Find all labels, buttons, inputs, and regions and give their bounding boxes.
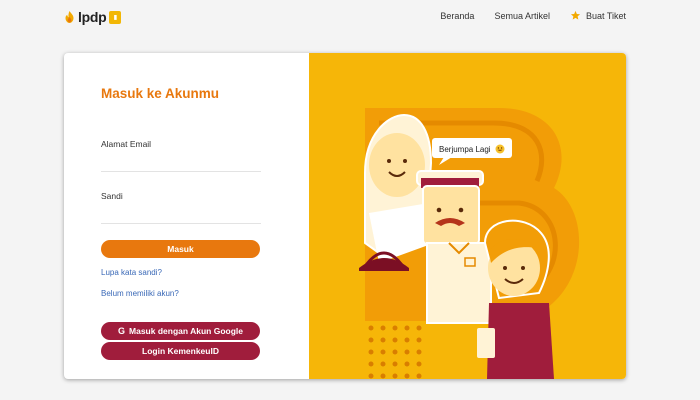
- password-label: Sandi: [101, 191, 123, 201]
- logo-text: lpdp: [78, 9, 107, 25]
- speech-bubble-text: Berjumpa Lagi: [439, 144, 491, 154]
- forgot-password-link[interactable]: Lupa kata sandi?: [101, 268, 162, 277]
- lpdp-logo[interactable]: lpdp ▮: [64, 9, 122, 25]
- logo-badge-icon: ▮: [109, 10, 122, 24]
- people-illustration: [359, 108, 580, 379]
- smile-emoji-icon: [495, 144, 505, 154]
- star-icon: [570, 10, 581, 20]
- main-nav: Beranda Semua Artikel Buat Tiket: [440, 10, 626, 21]
- password-field[interactable]: [101, 206, 261, 222]
- speech-bubble: Berjumpa Lagi: [439, 144, 505, 154]
- kemenkeu-login-button-label: Login KemenkeuID: [142, 346, 219, 356]
- email-field[interactable]: [101, 154, 261, 170]
- nav-link-articles[interactable]: Semua Artikel: [494, 11, 550, 21]
- google-login-button[interactable]: G Masuk dengan Akun Google: [101, 322, 260, 340]
- google-icon: G: [118, 326, 126, 336]
- login-title: Masuk ke Akunmu: [101, 86, 220, 101]
- register-link[interactable]: Belum memiliki akun?: [101, 289, 179, 298]
- nav-link-home[interactable]: Beranda: [440, 11, 474, 21]
- login-button[interactable]: Masuk: [101, 240, 260, 258]
- top-bar: lpdp ▮ Beranda Semua Artikel Buat Tiket: [0, 0, 700, 36]
- google-login-button-label: Masuk dengan Akun Google: [129, 326, 243, 336]
- flame-logo-icon: [65, 11, 74, 23]
- email-underline: [101, 171, 261, 172]
- nav-link-ticket-label: Buat Tiket: [585, 10, 626, 21]
- login-button-label: Masuk: [167, 244, 194, 254]
- nav-link-ticket[interactable]: Buat Tiket: [570, 10, 626, 21]
- password-underline: [101, 223, 261, 224]
- kemenkeu-login-button[interactable]: Login KemenkeuID: [101, 342, 260, 360]
- login-form: Masuk ke Akunmu Alamat Email Sandi Masuk…: [64, 53, 309, 379]
- login-card: Masuk ke Akunmu Alamat Email Sandi Masuk…: [64, 53, 626, 379]
- welcome-illustration: Berjumpa Lagi: [309, 53, 626, 379]
- email-label: Alamat Email: [101, 139, 152, 149]
